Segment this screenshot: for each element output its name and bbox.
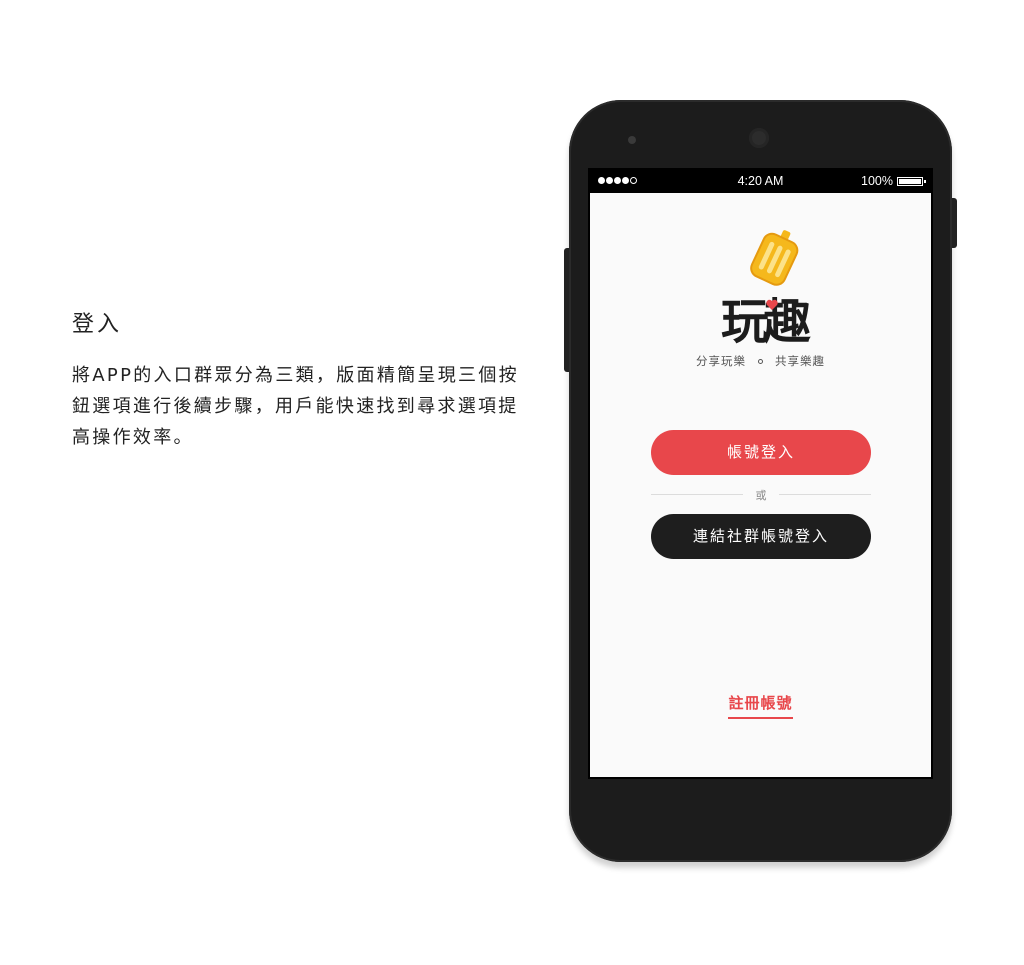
stage: 登入 將APP的入口群眾分為三類，版面精簡呈現三個按鈕選項進行後續步驟，用戶能快…: [0, 0, 1024, 965]
register-link[interactable]: 註冊帳號: [728, 692, 793, 719]
description-body: 將APP的入口群眾分為三類，版面精簡呈現三個按鈕選項進行後續步驟，用戶能快速找到…: [72, 365, 519, 448]
app-logo: 玩趣: [693, 224, 833, 350]
or-divider: 或: [651, 486, 871, 504]
app-tagline: 分享玩樂 共享樂趣: [590, 353, 931, 369]
battery-icon: [897, 177, 926, 186]
tagline-separator: [758, 358, 763, 364]
phone-camera: [749, 128, 769, 148]
app-logo-text: 玩趣: [720, 294, 811, 350]
phone-side-button-left: [564, 248, 569, 372]
battery-percent: 100%: [861, 174, 893, 188]
phone-side-button-right: [952, 198, 957, 248]
tagline-left: 分享玩樂: [696, 354, 746, 368]
account-login-button[interactable]: 帳號登入: [651, 430, 871, 475]
social-login-button[interactable]: 連結社群帳號登入: [651, 514, 871, 559]
description-panel: 登入 將APP的入口群眾分為三類，版面精簡呈現三個按鈕選項進行後續步驟，用戶能快…: [72, 306, 532, 453]
or-label: 或: [755, 489, 767, 502]
phone-screen: 4:20 AM 100% 玩趣 分享玩樂 共享樂趣 帳號登入 或 連結社群帳號登…: [588, 168, 933, 779]
status-bar: 4:20 AM 100%: [590, 170, 931, 193]
register-container: 註冊帳號: [590, 692, 931, 719]
divider-line-right: [779, 494, 871, 495]
description-title: 登入: [72, 312, 123, 337]
tagline-right: 共享樂趣: [775, 354, 825, 368]
phone-mockup: 4:20 AM 100% 玩趣 分享玩樂 共享樂趣 帳號登入 或 連結社群帳號登…: [564, 100, 957, 862]
phone-sensor: [628, 136, 636, 144]
